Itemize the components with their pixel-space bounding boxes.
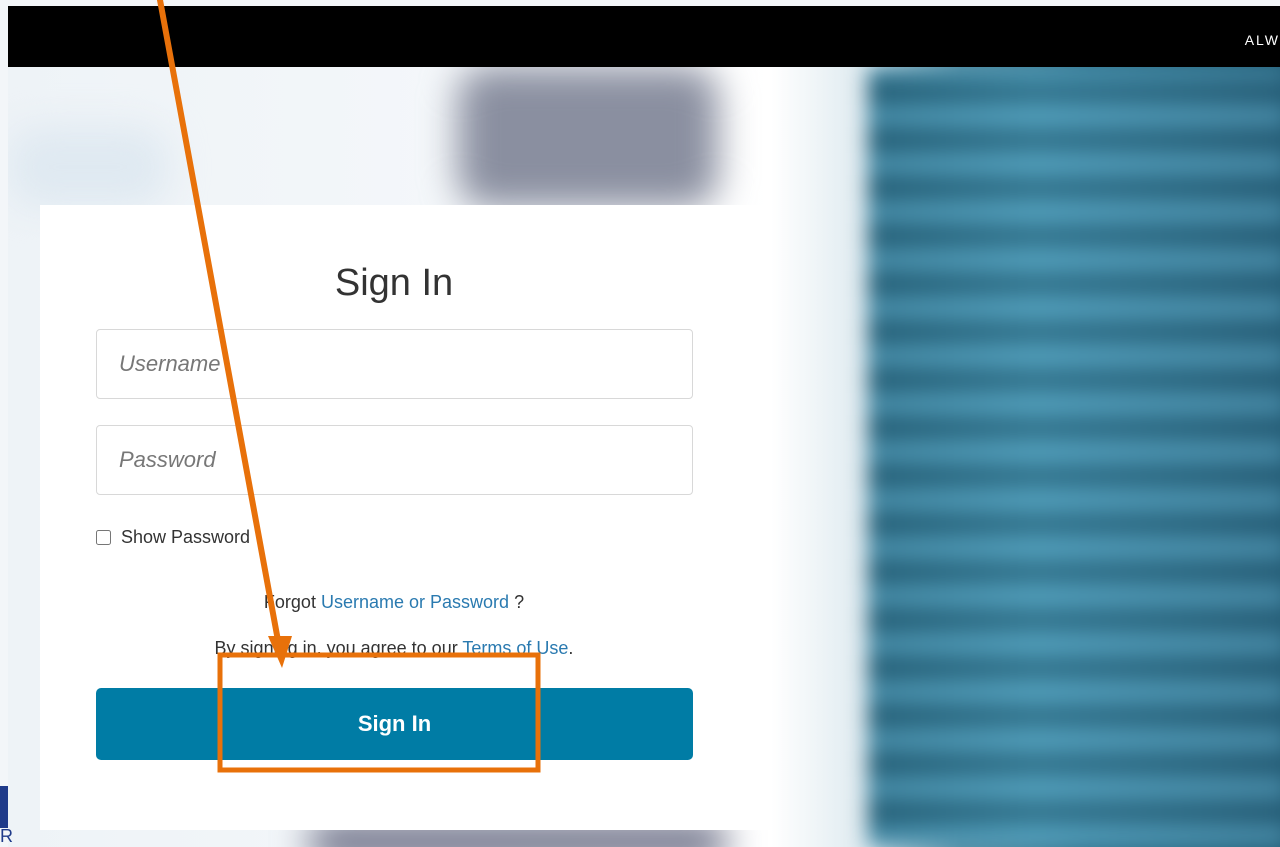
top-bar: ALW xyxy=(8,6,1280,67)
username-input[interactable] xyxy=(96,329,693,399)
terms-prefix: By signing in, you agree to our xyxy=(214,638,458,658)
forgot-credentials-link[interactable]: Username or Password xyxy=(321,592,509,612)
show-password-toggle[interactable]: Show Password xyxy=(96,527,250,548)
forgot-suffix: ? xyxy=(514,592,525,612)
forgot-credentials-row: Forgot Username or Password ? xyxy=(0,592,788,613)
background-blur-person xyxy=(458,67,718,207)
background-blur-left xyxy=(8,127,168,207)
page: ALW Sign In Show Password Forgot Usernam… xyxy=(0,0,1280,847)
corner-badge xyxy=(0,786,8,828)
show-password-label: Show Password xyxy=(121,527,251,547)
sign-in-button[interactable]: Sign In xyxy=(96,688,693,760)
page-title: Sign In xyxy=(334,262,454,304)
forgot-prefix: Forgot xyxy=(263,592,316,612)
password-input[interactable] xyxy=(96,425,693,495)
terms-suffix: . xyxy=(568,638,574,658)
background-building xyxy=(868,67,1280,847)
terms-row: By signing in, you agree to our Terms of… xyxy=(0,638,788,659)
brand-text: ALW xyxy=(1244,32,1280,48)
terms-of-use-link[interactable]: Terms of Use xyxy=(462,638,568,658)
corner-letter: R xyxy=(0,826,13,846)
show-password-checkbox[interactable] xyxy=(96,530,111,545)
